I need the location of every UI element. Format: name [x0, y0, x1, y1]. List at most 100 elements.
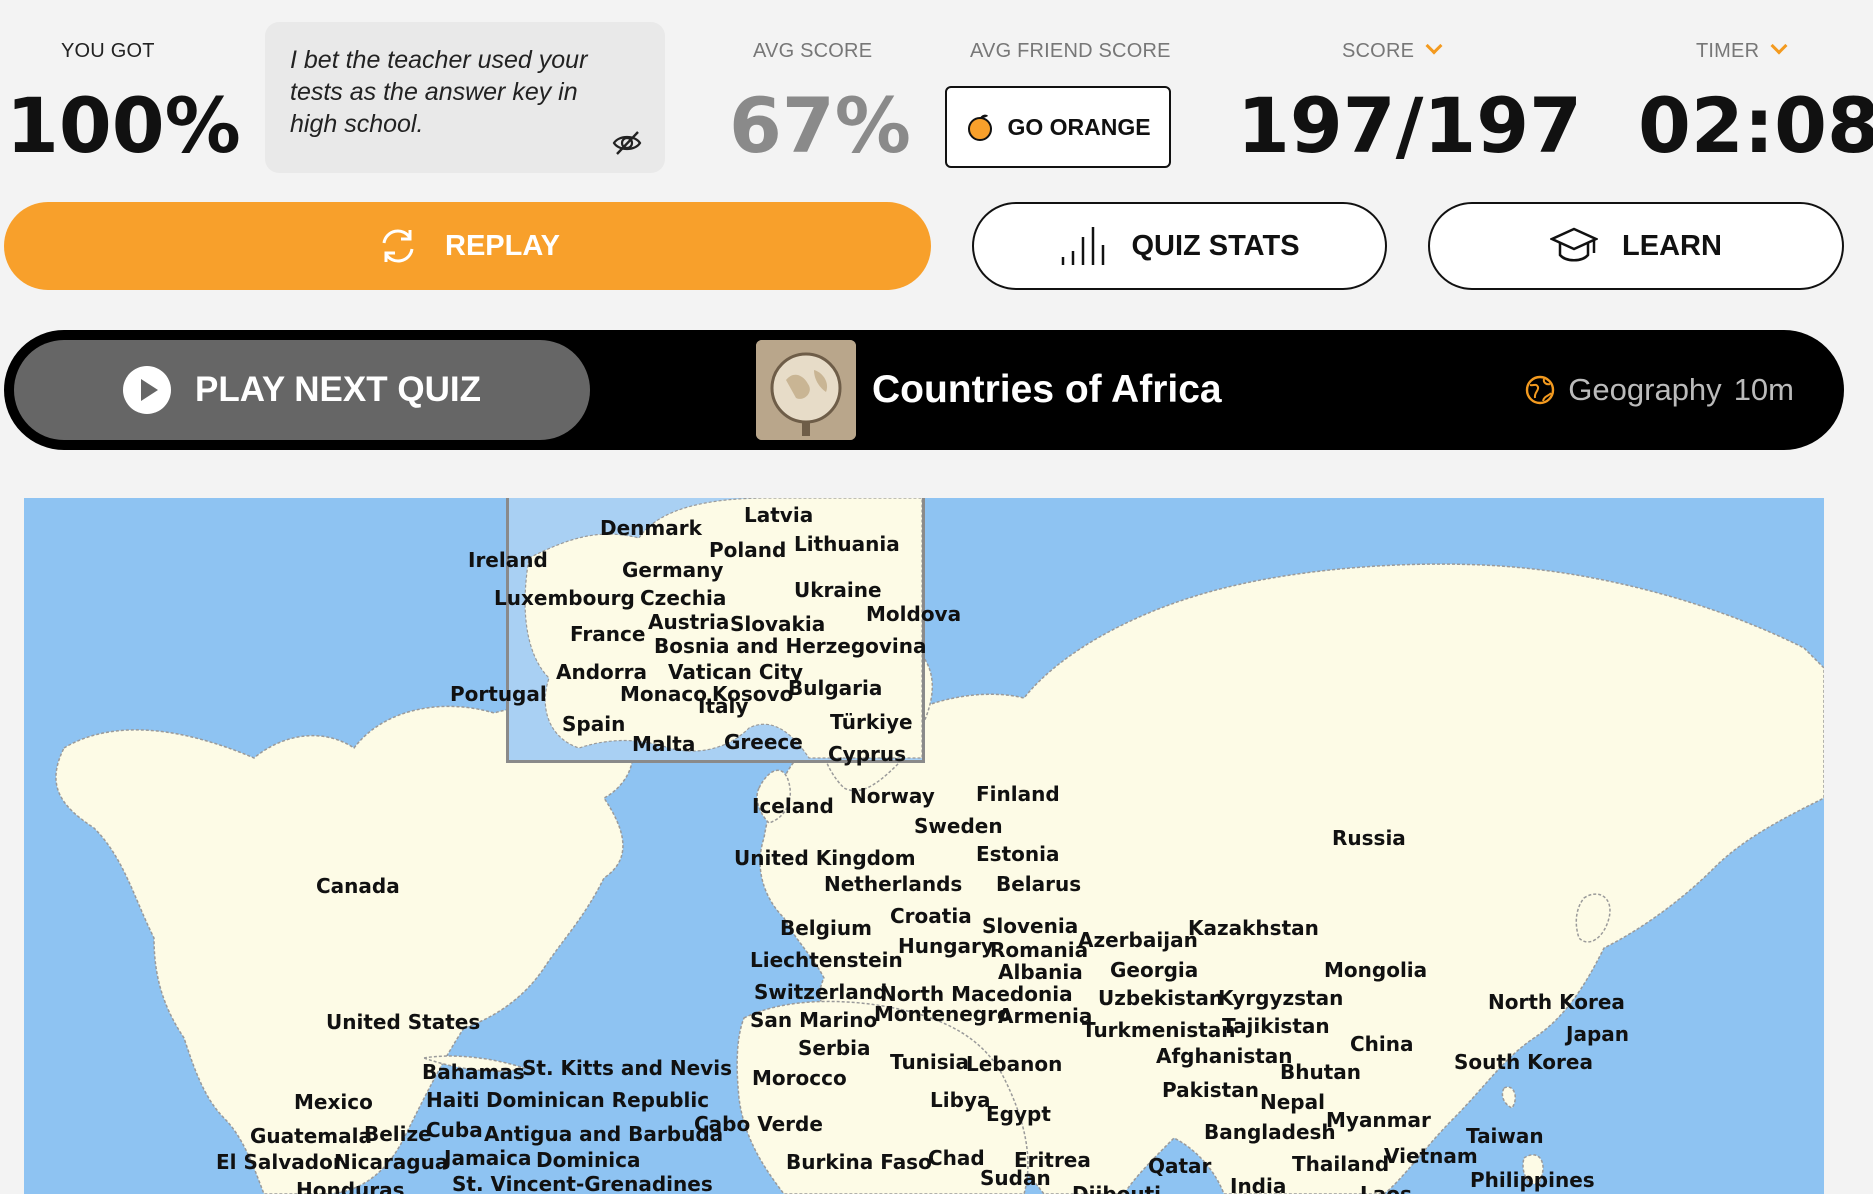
map-label: Iceland — [752, 794, 834, 818]
replay-label: REPLAY — [445, 229, 560, 262]
map-label: Türkiye — [830, 710, 913, 734]
map-label: Honduras — [296, 1178, 405, 1194]
map-label: Myanmar — [1326, 1108, 1431, 1132]
map-label: Kyrgyzstan — [1218, 986, 1344, 1010]
map-label: Lebanon — [966, 1052, 1063, 1076]
map-label: Canada — [316, 874, 400, 898]
map-label: Belarus — [996, 872, 1082, 896]
map-label: France — [570, 622, 646, 646]
map-label: Guatemala — [250, 1124, 372, 1148]
map-label: Finland — [976, 782, 1060, 806]
map-label: Portugal — [450, 682, 547, 706]
replay-button[interactable]: REPLAY — [4, 202, 931, 290]
chevron-down-icon — [1770, 37, 1788, 55]
map-label: Bosnia and Herzegovina — [654, 634, 927, 658]
score-label[interactable]: SCORE — [1342, 37, 1443, 63]
map-label: Qatar — [1148, 1154, 1212, 1178]
map-label: Egypt — [986, 1102, 1051, 1126]
map-label: Latvia — [744, 503, 814, 527]
map-label: St. Vincent-Grenadines — [452, 1172, 713, 1194]
map-label: United States — [326, 1010, 481, 1034]
map-label: Malta — [632, 732, 696, 756]
learn-label: LEARN — [1622, 229, 1722, 262]
quiz-stats-button[interactable]: QUIZ STATS — [972, 202, 1387, 290]
map-label: Sudan — [980, 1166, 1051, 1190]
map-label: Hungary — [898, 934, 994, 958]
map-label: Antigua and Barbuda — [484, 1122, 724, 1146]
map-label: Moldova — [866, 602, 962, 626]
map-label: San Marino — [750, 1008, 878, 1032]
timer-value: 02:08 — [1638, 81, 1873, 170]
map-label: Thailand — [1292, 1152, 1390, 1176]
map-label: North Korea — [1488, 990, 1625, 1014]
avg-friend-score-label: AVG FRIEND SCORE — [970, 40, 1171, 62]
replay-icon — [382, 229, 414, 263]
next-quiz-meta: Geography 10m — [1524, 330, 1794, 450]
map-label: Vietnam — [1384, 1144, 1478, 1168]
map-label: Cyprus — [828, 742, 907, 766]
map-label: Turkmenistan — [1082, 1018, 1236, 1042]
map-label: Austria — [648, 610, 730, 634]
avg-score-label: AVG SCORE — [753, 40, 873, 62]
map-label: India — [1230, 1174, 1287, 1194]
map-label: Slovenia — [982, 914, 1079, 938]
map-label: Ukraine — [794, 578, 882, 602]
avg-score-value: 67% — [729, 81, 911, 170]
map-label: Jamaica — [444, 1146, 532, 1170]
map-label: Georgia — [1110, 958, 1199, 982]
map-label: Croatia — [890, 904, 972, 928]
timer-label-text: TIMER — [1696, 40, 1760, 62]
map-label: Albania — [998, 960, 1083, 984]
eye-off-icon[interactable] — [611, 127, 643, 159]
world-map[interactable]: Denmark Latvia Lithuania Poland Ireland … — [24, 498, 1824, 1194]
next-quiz-title[interactable]: Countries of Africa — [872, 330, 1222, 450]
map-label: Greece — [724, 730, 803, 754]
map-label: Azerbaijan — [1078, 928, 1198, 952]
go-orange-button[interactable]: GO ORANGE — [945, 86, 1171, 168]
map-label: Serbia — [798, 1036, 871, 1060]
map-label: Bulgaria — [788, 676, 883, 700]
learn-button[interactable]: LEARN — [1428, 202, 1844, 290]
map-label: Lithuania — [794, 532, 900, 556]
map-label: Russia — [1332, 826, 1406, 850]
timer-label[interactable]: TIMER — [1696, 37, 1788, 63]
map-label: Mongolia — [1324, 958, 1428, 982]
you-got-label: YOU GOT — [61, 40, 155, 62]
map-label: Denmark — [600, 516, 702, 540]
map-label: Liechtenstein — [750, 948, 903, 972]
graduation-cap-icon — [1550, 227, 1599, 262]
map-label: Italy — [698, 694, 749, 718]
score-value: 197/197 — [1237, 81, 1583, 170]
map-label: Belgium — [780, 916, 872, 940]
map-label: Luxembourg — [494, 586, 635, 610]
map-label: Burkina Faso — [786, 1150, 932, 1174]
map-label: Armenia — [998, 1004, 1093, 1028]
map-label: St. Kitts and Nevis — [522, 1056, 732, 1080]
map-label: Nicaragua — [334, 1150, 449, 1174]
map-label: Chad — [928, 1146, 985, 1170]
quiz-thumbnail[interactable] — [756, 340, 856, 440]
map-label: Libya — [930, 1088, 991, 1112]
play-next-quiz-button[interactable]: PLAY NEXT QUIZ — [14, 340, 590, 440]
map-label: Romania — [990, 938, 1089, 962]
chevron-down-icon — [1425, 37, 1443, 55]
map-label: China — [1350, 1032, 1414, 1056]
map-label: Bahamas — [422, 1060, 525, 1084]
map-label: Dominican Republic — [486, 1088, 710, 1112]
map-label: Djibouti — [1072, 1182, 1162, 1194]
map-label: Netherlands — [824, 872, 963, 896]
map-label: Japan — [1566, 1022, 1629, 1046]
map-label: Norway — [850, 784, 935, 808]
map-label: Mexico — [294, 1090, 373, 1114]
map-label: Nepal — [1260, 1090, 1325, 1114]
next-quiz-bar: PLAY NEXT QUIZ Countries of Africa Geogr… — [4, 330, 1844, 450]
play-next-quiz-label: PLAY NEXT QUIZ — [195, 370, 481, 409]
map-label: Sweden — [914, 814, 1003, 838]
result-comment: I bet the teacher used your tests as the… — [290, 46, 588, 138]
map-label: Dominica — [536, 1148, 641, 1172]
map-label: Bangladesh — [1204, 1120, 1336, 1144]
result-comment-box: I bet the teacher used your tests as the… — [265, 22, 665, 173]
map-label: Bhutan — [1280, 1060, 1362, 1084]
next-quiz-duration: 10m — [1733, 372, 1794, 407]
map-label: Spain — [562, 712, 626, 736]
